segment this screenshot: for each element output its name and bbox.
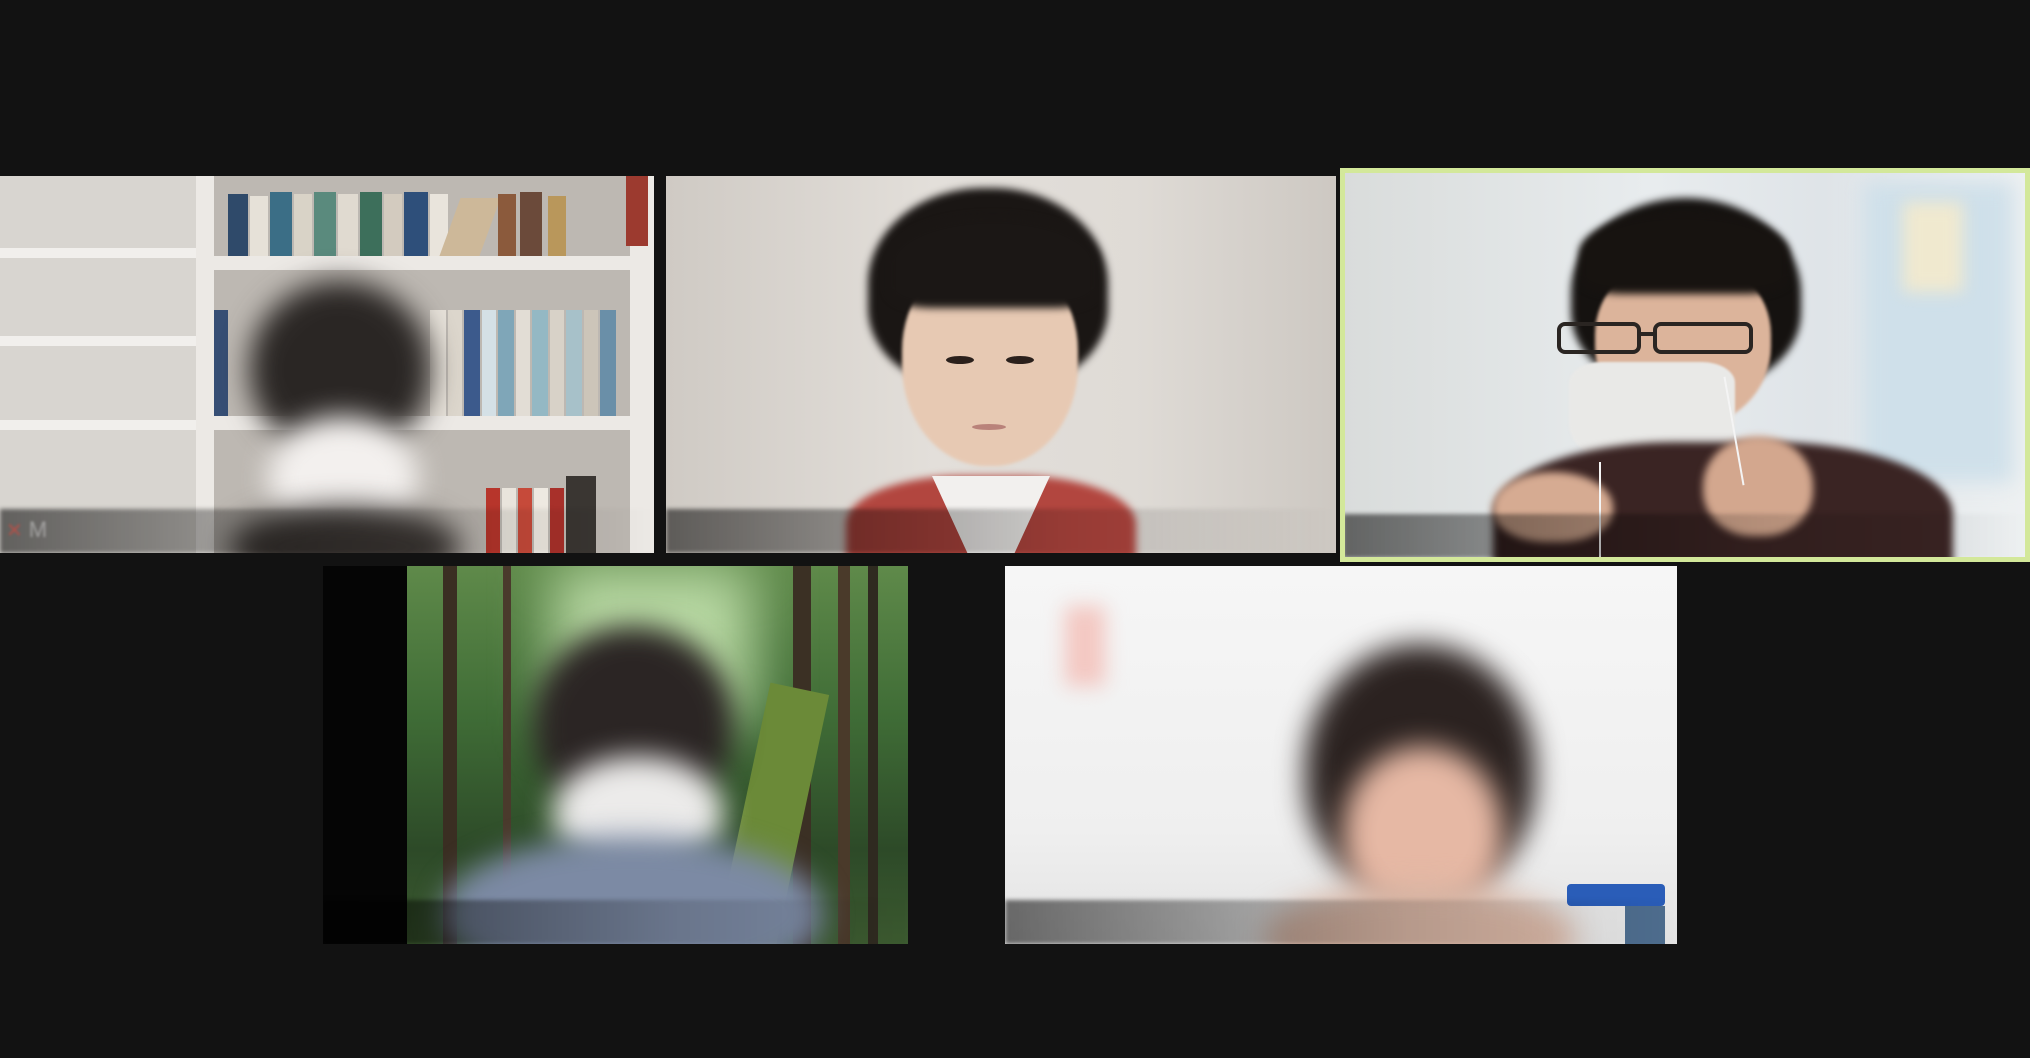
name-strip [1005, 900, 1677, 944]
video-feed [1343, 172, 2027, 558]
participant-tile-2[interactable] [666, 176, 1336, 553]
video-gallery: ✕ M [0, 0, 2030, 1058]
name-strip [323, 900, 908, 944]
participant-tile-3[interactable] [1343, 172, 2027, 558]
participant-tile-5[interactable] [1005, 566, 1677, 944]
participant-name-label: ✕ M [6, 517, 48, 542]
name-strip [0, 509, 654, 553]
video-feed [666, 176, 1336, 553]
name-strip [1343, 514, 2027, 558]
video-feed [323, 566, 908, 944]
video-feed [1005, 566, 1677, 944]
video-feed [0, 176, 654, 553]
mic-off-icon: ✕ [6, 520, 23, 542]
name-strip [666, 509, 1336, 553]
participant-tile-1[interactable]: ✕ M [0, 176, 654, 553]
participant-tile-4[interactable] [323, 566, 908, 944]
